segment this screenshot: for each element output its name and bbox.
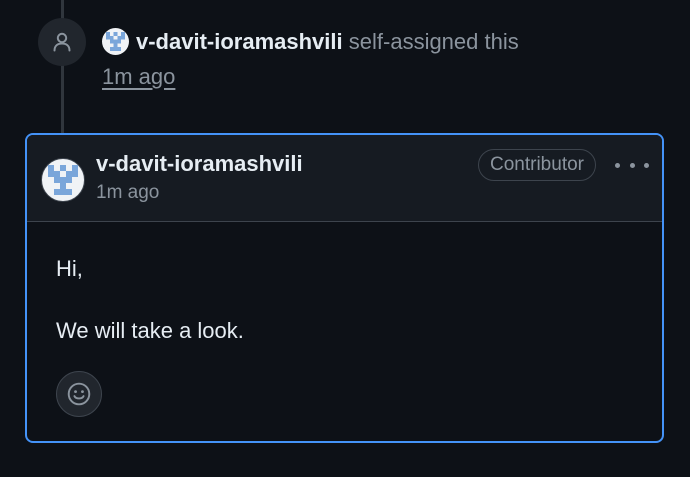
event-avatar[interactable] [102,28,129,55]
timeline-event-badge [38,18,86,66]
smiley-icon [67,382,91,406]
comment-body-line: We will take a look. [56,318,244,343]
comment-timestamp-link[interactable]: 1m ago [96,181,159,205]
timeline-event-text: v-davit-ioramashvili self-assigned this [136,28,519,56]
event-username-link[interactable]: v-davit-ioramashvili [136,29,343,54]
event-timestamp-link[interactable]: 1m ago [102,63,175,91]
identicon-icon [106,32,125,51]
add-reaction-button[interactable] [56,371,102,417]
comment-body: Hi, We will take a look. [56,255,244,379]
comment-header: v-davit-ioramashvili 1m ago Contributor [27,135,662,222]
person-icon [53,32,71,52]
kebab-horizontal-icon-dot [644,162,649,168]
contributor-badge: Contributor [478,149,596,181]
comment-author-link[interactable]: v-davit-ioramashvili [96,150,303,178]
comment-body-line: Hi, [56,256,83,281]
comment-options-button[interactable] [615,153,649,177]
comment-card: v-davit-ioramashvili 1m ago Contributor … [25,133,664,443]
kebab-horizontal-icon-dot [629,162,635,168]
identicon-icon [48,165,78,195]
comment-author-avatar[interactable] [41,158,85,202]
kebab-horizontal-icon-dot [615,162,620,168]
event-action-text: self-assigned this [348,29,519,54]
